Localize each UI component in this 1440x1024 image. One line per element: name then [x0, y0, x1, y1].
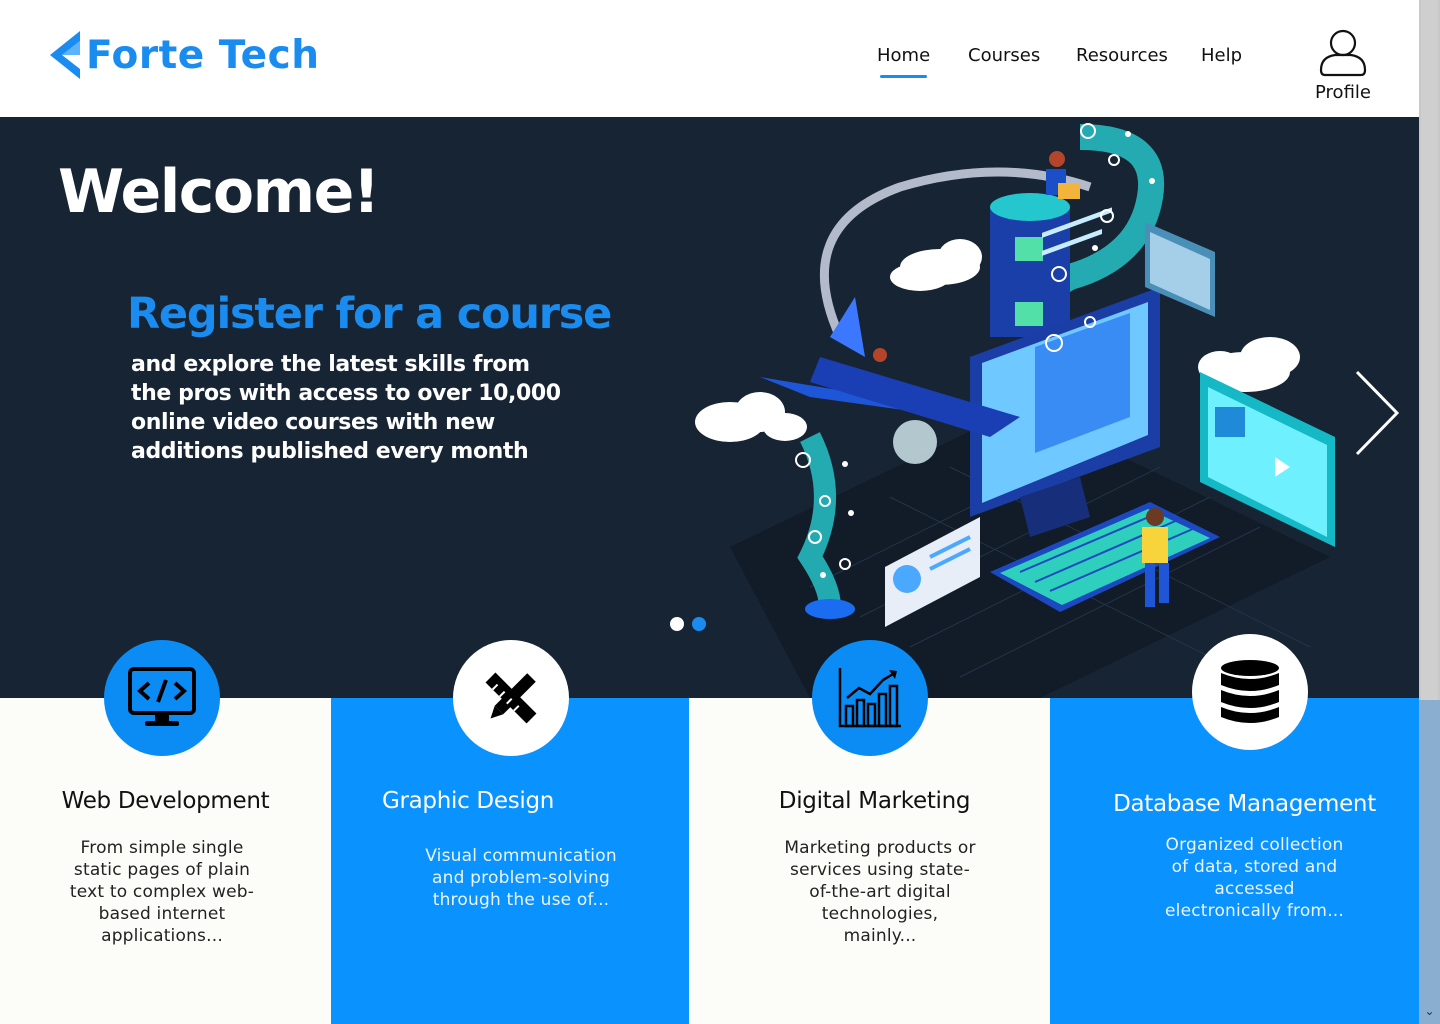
brand-logo[interactable]: Forte Tech [50, 30, 320, 80]
code-monitor-icon [104, 640, 220, 756]
hero-banner: Welcome! Register for a course and explo… [0, 117, 1419, 698]
pencil-ruler-icon [453, 640, 569, 756]
card-description: Marketing products or services using sta… [784, 838, 976, 946]
card-title: Graphic Design [381, 788, 555, 814]
scrollbar-thumb[interactable] [1421, 0, 1438, 700]
database-icon [1192, 634, 1308, 750]
logo-chevron-icon [50, 31, 80, 79]
nav-courses[interactable]: Courses [968, 45, 1040, 66]
site-header: Forte Tech Home Courses Resources Help P… [0, 0, 1419, 117]
hero-subtext: and explore the latest skills from the p… [131, 352, 561, 464]
page-scrollbar[interactable]: ⌄ [1419, 0, 1440, 1024]
card-description: Organized collection of data, stored and… [1164, 835, 1344, 921]
nav-home[interactable]: Home [877, 45, 930, 78]
course-card-graphic-design[interactable]: Graphic Design Visual communication and … [331, 640, 689, 1024]
card-title: Digital Marketing [778, 788, 971, 814]
card-description: Visual communication and problem-solving… [425, 846, 617, 910]
hero-heading: Register for a course [127, 289, 612, 339]
course-card-web-development[interactable]: Web Development From simple single stati… [0, 640, 331, 1024]
card-title: Database Management [1113, 791, 1376, 817]
welcome-heading: Welcome! [58, 157, 380, 227]
profile-button[interactable]: Profile [1310, 28, 1376, 103]
course-card-digital-marketing[interactable]: Digital Marketing Marketing products or … [689, 640, 1050, 1024]
brand-name: Forte Tech [86, 32, 320, 78]
nav-resources[interactable]: Resources [1076, 45, 1168, 66]
user-icon [1319, 29, 1367, 77]
carousel-dot-2[interactable] [692, 617, 706, 631]
card-title: Web Development [61, 788, 270, 814]
carousel-dot-1[interactable] [670, 617, 684, 631]
bar-chart-growth-icon [812, 640, 928, 756]
carousel-dots [670, 617, 706, 631]
chevron-right-icon[interactable] [1352, 369, 1402, 457]
card-description: From simple single static pages of plain… [69, 838, 255, 946]
nav-help[interactable]: Help [1201, 45, 1242, 66]
course-card-database-management[interactable]: Database Management Organized collection… [1050, 634, 1419, 1024]
profile-label: Profile [1315, 82, 1371, 103]
hero-illustration [695, 123, 1335, 698]
scroll-down-icon[interactable]: ⌄ [1419, 1004, 1440, 1020]
